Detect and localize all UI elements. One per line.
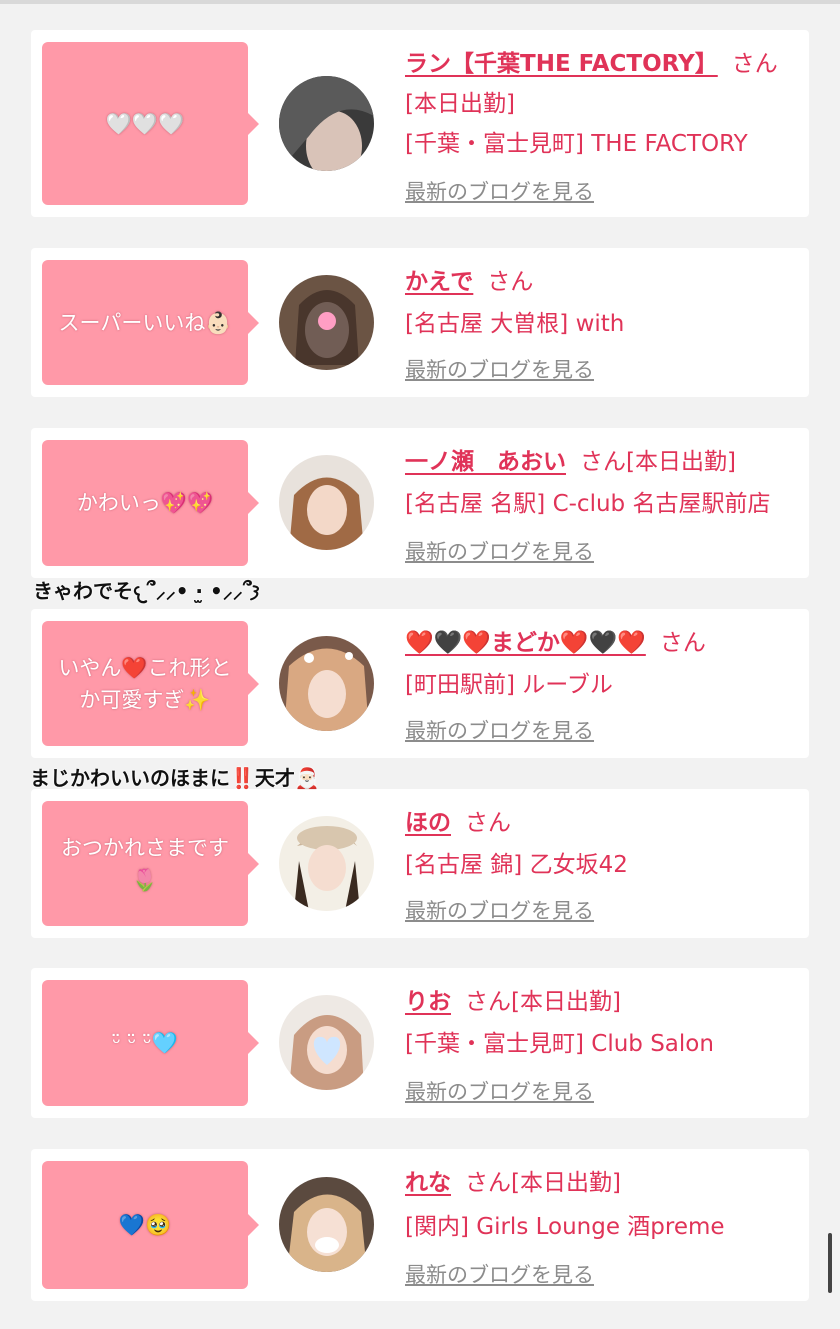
message-bubble: かわいっ💖💖	[42, 440, 259, 566]
latest-blog-link[interactable]: 最新のブログを見る	[405, 1259, 594, 1289]
message-card: おつかれさまです🌷 ほの さん [名古屋 錦] 乙女坂42 最新のブログを見る	[31, 789, 809, 938]
shop-name: [町田駅前] ルーブル	[405, 672, 613, 698]
avatar[interactable]	[279, 636, 374, 731]
cast-name-link[interactable]: 一ノ瀬 あおい	[405, 449, 566, 475]
top-divider	[0, 0, 840, 4]
avatar[interactable]	[279, 995, 374, 1090]
latest-blog-link[interactable]: 最新のブログを見る	[405, 895, 594, 925]
latest-blog-link[interactable]: 最新のブログを見る	[405, 715, 594, 745]
avatar[interactable]	[279, 1177, 374, 1272]
shop-name: [名古屋 大曽根] with	[405, 311, 625, 337]
latest-blog-link[interactable]: 最新のブログを見る	[405, 354, 594, 384]
cast-name-link[interactable]: ほの	[405, 810, 451, 836]
honorific: さん	[659, 630, 706, 656]
overlay-comment: まじかわいいのほまに‼️天才🎅🏻	[30, 766, 320, 790]
shop-name: [名古屋 名駅] C-club 名古屋駅前店	[405, 491, 771, 517]
message-bubble: 🤍🤍🤍	[42, 42, 259, 205]
honorific: さん	[731, 51, 778, 77]
honorific: さん	[465, 810, 511, 836]
cast-name-link[interactable]: かえで	[405, 269, 473, 295]
overlay-comment: きゃわでそ𐔌՞⸝⸝• ·̫ •⸝⸝՞𐦯	[33, 579, 260, 603]
shop-name: [関内] Girls Lounge 酒preme	[405, 1214, 725, 1240]
message-text: かわいっ💖💖	[76, 491, 214, 515]
scrollbar[interactable]	[828, 1233, 832, 1293]
message-bubble: 💙🥹	[42, 1161, 259, 1289]
message-bubble: おつかれさまです🌷	[42, 801, 259, 926]
message-card: ᵕ̈ ᵕ̈ ᵕ̈🩵 りお さん[本日出勤] [千葉・富士見町] Club Salo…	[31, 968, 809, 1118]
honorific: さん	[487, 269, 534, 295]
cast-name-link[interactable]: れな	[405, 1170, 451, 1196]
message-bubble: ᵕ̈ ᵕ̈ ᵕ̈🩵	[42, 980, 259, 1106]
message-text: 🤍🤍🤍	[105, 111, 185, 136]
honorific: さん[本日出勤]	[465, 1170, 621, 1196]
shop-name: [千葉・富士見町] THE FACTORY	[405, 131, 748, 157]
message-text: いやん❤️これ形とか可愛すぎ✨	[58, 655, 232, 712]
message-text: 💙🥹	[118, 1213, 172, 1237]
shop-name: [千葉・富士見町] Club Salon	[405, 1031, 714, 1057]
cast-name-link[interactable]: りお	[405, 989, 451, 1015]
avatar[interactable]	[279, 455, 374, 550]
message-text: スーパーいいね👶🏻	[58, 310, 232, 335]
message-card: スーパーいいね👶🏻 かえで さん [名古屋 大曽根] with 最新のブログを見る	[31, 248, 809, 397]
message-text: おつかれさまです🌷	[61, 835, 229, 892]
latest-blog-link[interactable]: 最新のブログを見る	[405, 536, 594, 566]
shop-name: [名古屋 錦] 乙女坂42	[405, 852, 628, 878]
message-text: ᵕ̈ ᵕ̈ ᵕ̈🩵	[112, 1031, 178, 1055]
cast-name-link[interactable]: ❤️🖤❤️まどか❤️🖤❤️	[405, 630, 646, 656]
message-bubble: スーパーいいね👶🏻	[42, 260, 259, 385]
message-bubble: いやん❤️これ形とか可愛すぎ✨	[42, 621, 259, 746]
message-card: かわいっ💖💖 一ノ瀬 あおい さん[本日出勤] [名古屋 名駅] C-club 名…	[31, 428, 809, 578]
honorific: さん[本日出勤]	[580, 449, 736, 475]
honorific: さん[本日出勤]	[465, 989, 621, 1015]
cast-name-link[interactable]: ラン【千葉THE FACTORY】	[405, 51, 718, 77]
work-status: [本日出勤]	[405, 91, 515, 117]
avatar[interactable]	[279, 76, 374, 171]
avatar[interactable]	[279, 275, 374, 370]
latest-blog-link[interactable]: 最新のブログを見る	[405, 1076, 594, 1106]
latest-blog-link[interactable]: 最新のブログを見る	[405, 176, 594, 206]
message-card: いやん❤️これ形とか可愛すぎ✨ ❤️🖤❤️まどか❤️🖤❤️ さん [町田駅前] ル…	[31, 609, 809, 758]
message-card: 💙🥹 れな さん[本日出勤] [関内] Girls Lounge 酒preme 最…	[31, 1149, 809, 1301]
avatar[interactable]	[279, 816, 374, 911]
message-card: 🤍🤍🤍 ラン【千葉THE FACTORY】 さん [本日出勤] [千葉・富士見町]…	[31, 30, 809, 217]
